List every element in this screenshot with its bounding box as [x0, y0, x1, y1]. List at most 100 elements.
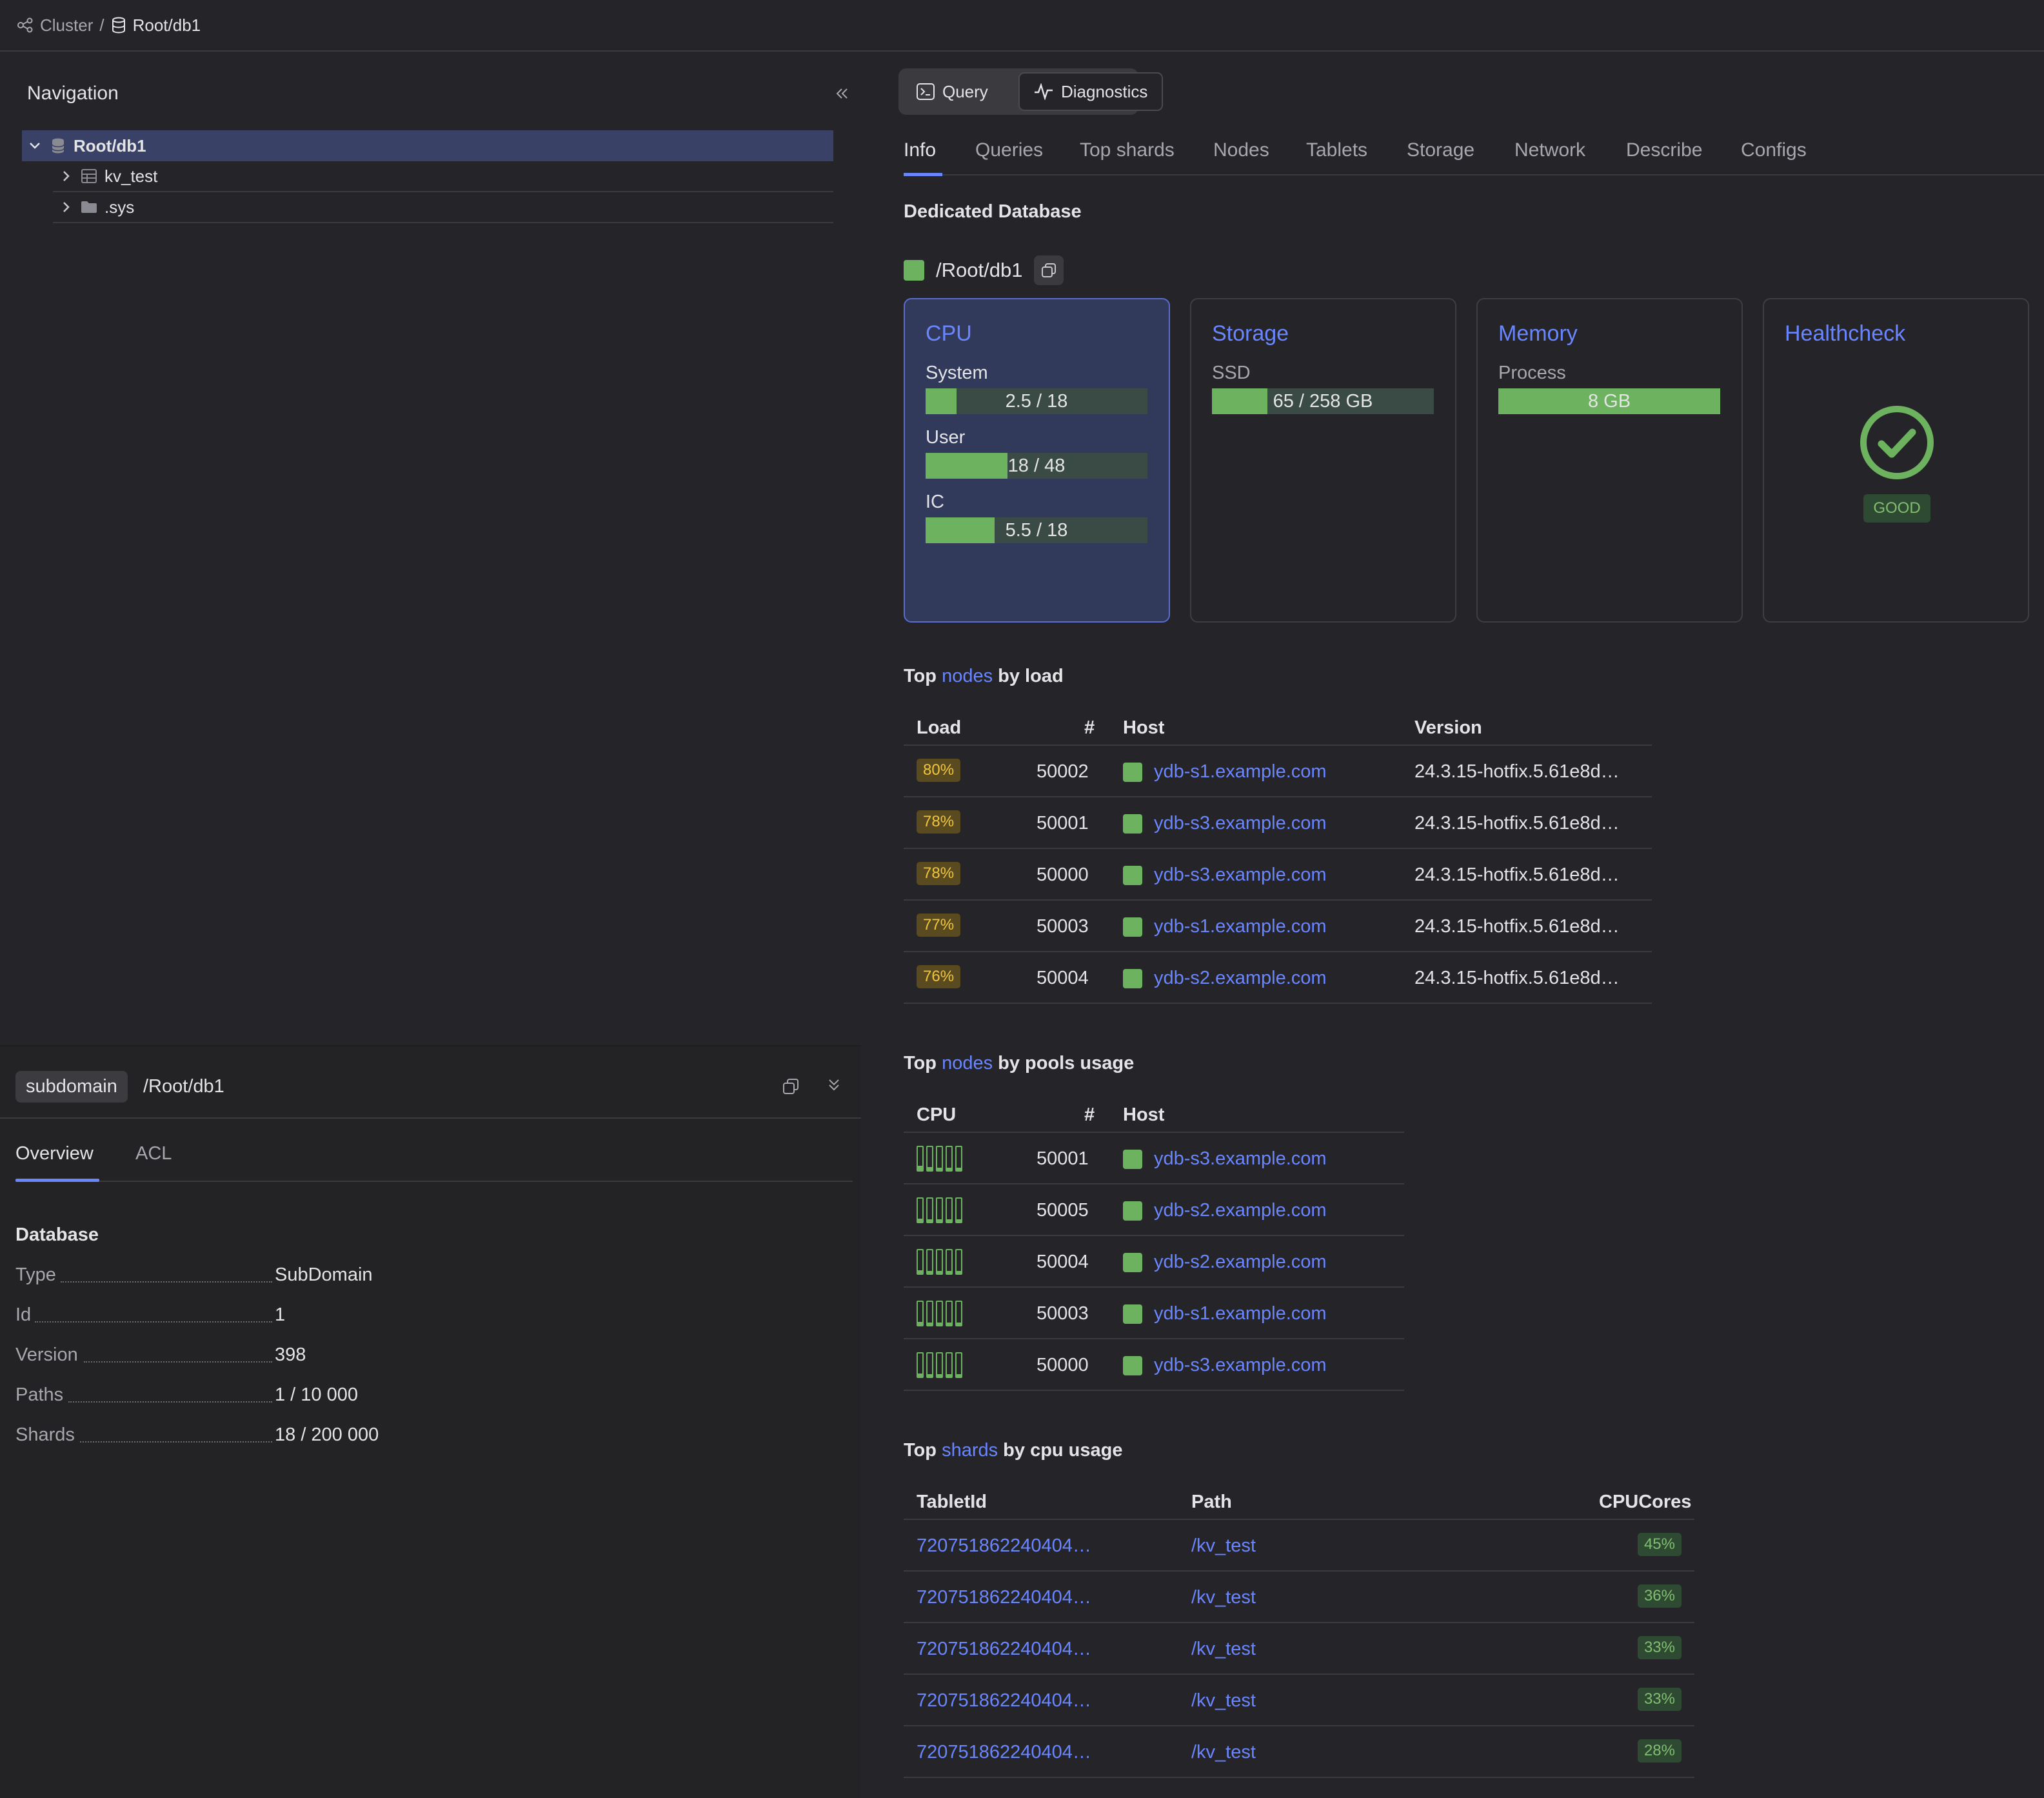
col-cpu[interactable]: CPU	[917, 1104, 956, 1126]
copy-icon[interactable]	[782, 1077, 800, 1095]
tab-info[interactable]: Info	[904, 139, 936, 161]
copy-button[interactable]	[1034, 255, 1064, 285]
table-row[interactable]: 720751862240404… /kv_test 28%	[904, 1725, 1694, 1777]
tablet-id-link[interactable]: 720751862240404…	[917, 1535, 1091, 1557]
path-link[interactable]: /kv_test	[1191, 1639, 1256, 1660]
col-load[interactable]: Load	[917, 717, 961, 739]
col-host[interactable]: Host	[1123, 717, 1164, 739]
memory-card[interactable]: Memory Process 8 GB	[1476, 298, 1743, 623]
prop-key: Type	[15, 1264, 56, 1285]
col-path[interactable]: Path	[1191, 1492, 1232, 1513]
col-tablet-id[interactable]: TabletId	[917, 1492, 987, 1513]
col-cpu-cores[interactable]: CPUCores	[1599, 1492, 1691, 1513]
process-bar: 8 GB	[1498, 388, 1720, 414]
collapse-panel-icon[interactable]	[833, 85, 850, 102]
collapse-down-icon[interactable]	[826, 1076, 842, 1094]
col-version[interactable]: Version	[1414, 717, 1482, 739]
tab-configs[interactable]: Configs	[1741, 139, 1807, 161]
chevron-down-icon[interactable]	[22, 138, 48, 154]
status-indicator	[1123, 1356, 1142, 1376]
navigation-panel: Navigation Root/db1 kv_test .sys	[0, 52, 861, 1045]
table-row[interactable]: 720751862240404… /kv_test 45%	[904, 1519, 1694, 1570]
pool-bar	[936, 1197, 943, 1223]
diagnostics-mode-button[interactable]: Diagnostics	[1018, 72, 1164, 111]
table-row[interactable]: 720751862240404… /kv_test 36%	[904, 1570, 1694, 1622]
pool-bar	[926, 1301, 933, 1326]
tabs-divider	[904, 174, 2044, 175]
tab-top-shards[interactable]: Top shards	[1080, 139, 1175, 161]
tree-item-sys[interactable]: .sys	[53, 192, 833, 223]
cpu-cores-badge: 45%	[1637, 1533, 1682, 1556]
host-link[interactable]: ydb-s1.example.com	[1123, 761, 1327, 783]
table-row[interactable]: 50000 ydb-s3.example.com	[904, 1338, 1404, 1390]
node-id: 50000	[1037, 1355, 1089, 1375]
table-row[interactable]: 50001 ydb-s3.example.com	[904, 1132, 1404, 1183]
cpu-card[interactable]: CPU System 2.5 / 18 User 18 / 48 IC 5.5 …	[904, 298, 1170, 623]
folder-icon	[79, 201, 99, 214]
path-link[interactable]: /kv_test	[1191, 1742, 1256, 1763]
tablet-id-link[interactable]: 720751862240404…	[917, 1742, 1091, 1763]
cpu-cores-badge: 28%	[1637, 1739, 1682, 1763]
col-host[interactable]: Host	[1123, 1104, 1164, 1126]
tab-storage[interactable]: Storage	[1407, 139, 1474, 161]
tablet-id-link[interactable]: 720751862240404…	[917, 1587, 1091, 1608]
host-link[interactable]: ydb-s3.example.com	[1123, 813, 1327, 834]
pool-bar	[917, 1352, 924, 1378]
pool-bar	[917, 1197, 924, 1223]
dots	[84, 1361, 272, 1363]
tab-acl[interactable]: ACL	[135, 1143, 172, 1164]
tab-network[interactable]: Network	[1514, 139, 1585, 161]
path-link[interactable]: /kv_test	[1191, 1587, 1256, 1608]
query-mode-button[interactable]: Query	[902, 72, 1002, 111]
path-link[interactable]: /kv_test	[1191, 1535, 1256, 1557]
tab-overview[interactable]: Overview	[15, 1143, 94, 1164]
pool-fill	[947, 1271, 951, 1274]
tablet-id-link[interactable]: 720751862240404…	[917, 1690, 1091, 1712]
nodes-link[interactable]: nodes	[942, 666, 993, 686]
tree-item-root-db1[interactable]: Root/db1	[22, 130, 833, 161]
table-row[interactable]: 80% 50002 ydb-s1.example.com 24.3.15-hotfix…	[904, 744, 1652, 796]
host-link[interactable]: ydb-s1.example.com	[1123, 916, 1327, 937]
ic-bar: 5.5 / 18	[926, 517, 1147, 543]
healthcheck-card[interactable]: Healthcheck GOOD	[1763, 298, 2029, 623]
table-row[interactable]: 50003 ydb-s1.example.com	[904, 1286, 1404, 1338]
breadcrumb-database[interactable]: Root/db1	[133, 15, 201, 35]
tab-queries[interactable]: Queries	[975, 139, 1043, 161]
table-row[interactable]: 78% 50000 ydb-s3.example.com 24.3.15-hotfix…	[904, 848, 1652, 899]
node-id: 50000	[1037, 864, 1089, 885]
tab-tablets[interactable]: Tablets	[1306, 139, 1367, 161]
host-link[interactable]: ydb-s2.example.com	[1123, 1252, 1327, 1273]
path-link[interactable]: /kv_test	[1191, 1690, 1256, 1712]
breadcrumb-cluster[interactable]: Cluster	[40, 15, 93, 35]
status-indicator	[1123, 763, 1142, 783]
status-indicator	[1123, 917, 1142, 937]
storage-card[interactable]: Storage SSD 65 / 258 GB	[1190, 298, 1456, 623]
table-row[interactable]: 78% 50001 ydb-s3.example.com 24.3.15-hotfix…	[904, 796, 1652, 848]
chevron-right-icon[interactable]	[53, 168, 79, 184]
shards-link[interactable]: shards	[942, 1440, 998, 1461]
chevron-right-icon[interactable]	[53, 199, 79, 215]
navigation-title: Navigation	[27, 83, 119, 104]
host-link[interactable]: ydb-s1.example.com	[1123, 1303, 1327, 1324]
nodes-link[interactable]: nodes	[942, 1053, 993, 1074]
col-id[interactable]: #	[1084, 717, 1095, 739]
table-row[interactable]: 77% 50003 ydb-s1.example.com 24.3.15-hotfix…	[904, 899, 1652, 951]
tab-describe[interactable]: Describe	[1626, 139, 1702, 161]
table-row[interactable]: 76% 50004 ydb-s2.example.com 24.3.15-hotfix…	[904, 951, 1652, 1003]
table-row[interactable]: 50004 ydb-s2.example.com	[904, 1235, 1404, 1286]
table-row[interactable]: 720751862240404… /kv_test 33%	[904, 1673, 1694, 1725]
table-row[interactable]: 50005 ydb-s2.example.com	[904, 1183, 1404, 1235]
table-row[interactable]: 720751862240404… /kv_test 33%	[904, 1622, 1694, 1673]
pool-bar	[955, 1352, 962, 1378]
node-id: 50001	[1037, 813, 1089, 834]
host-link[interactable]: ydb-s2.example.com	[1123, 968, 1327, 989]
host-link[interactable]: ydb-s3.example.com	[1123, 1148, 1327, 1170]
host-link[interactable]: ydb-s3.example.com	[1123, 864, 1327, 886]
tree-item-label: kv_test	[104, 166, 158, 186]
col-id[interactable]: #	[1084, 1104, 1095, 1126]
host-link[interactable]: ydb-s3.example.com	[1123, 1355, 1327, 1376]
tablet-id-link[interactable]: 720751862240404…	[917, 1639, 1091, 1660]
tree-item-kv-test[interactable]: kv_test	[53, 161, 833, 192]
host-link[interactable]: ydb-s2.example.com	[1123, 1200, 1327, 1221]
tab-nodes[interactable]: Nodes	[1213, 139, 1269, 161]
